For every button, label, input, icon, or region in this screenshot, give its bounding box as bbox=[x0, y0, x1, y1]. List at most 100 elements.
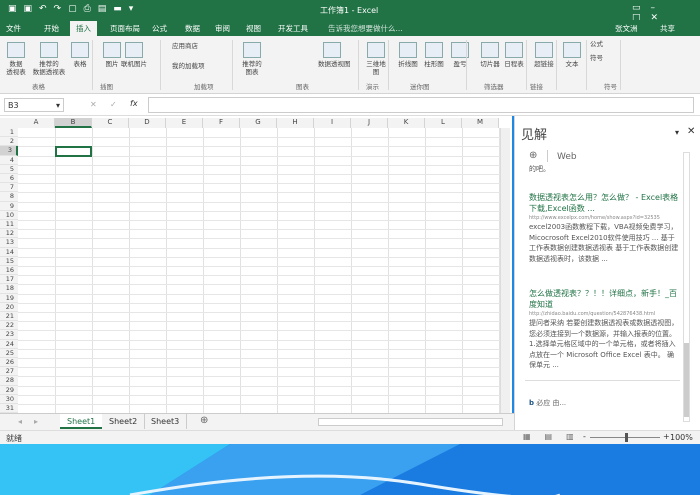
tab-4[interactable]: 公式 bbox=[152, 23, 167, 34]
tab-2[interactable]: 插入 bbox=[70, 21, 97, 36]
selected-cell[interactable] bbox=[55, 146, 92, 157]
fx-icon[interactable]: fx bbox=[130, 99, 138, 108]
row-header-24[interactable]: 24 bbox=[0, 339, 18, 349]
column-header-M[interactable]: M bbox=[462, 118, 499, 128]
column-header-J[interactable]: J bbox=[351, 118, 388, 128]
column-header-F[interactable]: F bbox=[203, 118, 240, 128]
column-header-G[interactable]: G bbox=[240, 118, 277, 128]
column-header-B[interactable]: B bbox=[55, 118, 92, 128]
row-header-17[interactable]: 17 bbox=[0, 275, 18, 285]
row-header-21[interactable]: 21 bbox=[0, 312, 18, 322]
row-header-6[interactable]: 6 bbox=[0, 174, 18, 184]
zoom-slider-thumb[interactable] bbox=[625, 433, 628, 442]
quick-access-toolbar[interactable]: ▣▣↶↷▢⎙▤▬▾ bbox=[8, 4, 140, 14]
row-header-30[interactable]: 30 bbox=[0, 394, 18, 404]
row-header-22[interactable]: 22 bbox=[0, 321, 18, 331]
column-header-D[interactable]: D bbox=[129, 118, 166, 128]
tab-6[interactable]: 审阅 bbox=[215, 23, 230, 34]
ribbon-button-18[interactable]: 符号 bbox=[590, 54, 603, 62]
horizontal-scrollbar[interactable] bbox=[318, 418, 503, 426]
row-header-7[interactable]: 7 bbox=[0, 183, 18, 193]
ribbon-button-9[interactable]: 三维地 图 bbox=[362, 42, 390, 76]
result-link[interactable]: 怎么做透视表？？！！详细点，新手！_百度知道 bbox=[529, 288, 679, 310]
ribbon-button-1[interactable]: 推荐的 数据透视表 bbox=[30, 42, 68, 76]
tab-0[interactable]: 文件 bbox=[6, 23, 21, 34]
row-header-26[interactable]: 26 bbox=[0, 358, 18, 368]
row-header-12[interactable]: 12 bbox=[0, 229, 18, 239]
cancel-icon[interactable]: ✕ bbox=[90, 100, 97, 109]
sheet-tab-Sheet3[interactable]: Sheet3 bbox=[144, 414, 188, 429]
row-header-16[interactable]: 16 bbox=[0, 266, 18, 276]
tell-me-search[interactable]: 告诉我您想要做什么... bbox=[328, 23, 403, 34]
tab-1[interactable]: 开始 bbox=[44, 23, 59, 34]
row-header-25[interactable]: 25 bbox=[0, 348, 18, 358]
sheet-nav-next[interactable]: ▸ bbox=[34, 417, 38, 426]
sheet-nav-prev[interactable]: ◂ bbox=[18, 417, 22, 426]
name-box[interactable]: B3 ▾ bbox=[4, 98, 64, 112]
tab-3[interactable]: 页面布局 bbox=[110, 23, 140, 34]
row-header-14[interactable]: 14 bbox=[0, 247, 18, 257]
close-icon[interactable]: ✕ bbox=[687, 126, 695, 137]
row-header-20[interactable]: 20 bbox=[0, 302, 18, 312]
ribbon-button-12[interactable]: 盈亏 bbox=[446, 42, 474, 68]
share-button[interactable]: 共享 bbox=[660, 23, 675, 34]
ribbon-button-17[interactable]: 公式 bbox=[590, 40, 603, 48]
zoom-level[interactable]: 100% bbox=[670, 433, 693, 442]
row-header-1[interactable]: 1 bbox=[0, 128, 18, 138]
column-header-A[interactable]: A bbox=[18, 118, 55, 128]
row-header-11[interactable]: 11 bbox=[0, 220, 18, 230]
zoom-in-button[interactable]: + bbox=[663, 432, 670, 441]
ribbon-button-4[interactable]: 联机图片 bbox=[120, 42, 148, 68]
add-sheet-button[interactable]: ⊕ bbox=[200, 415, 208, 426]
ribbon-button-11[interactable]: 柱形图 bbox=[420, 42, 448, 68]
tab-8[interactable]: 开发工具 bbox=[278, 23, 308, 34]
ribbon-button-8[interactable]: 数据透视图 bbox=[318, 42, 351, 68]
row-header-3[interactable]: 3 bbox=[0, 146, 18, 156]
row-header-18[interactable]: 18 bbox=[0, 284, 18, 294]
row-header-2[interactable]: 2 bbox=[0, 137, 18, 147]
ribbon-button-6[interactable]: 我的加载项 bbox=[172, 62, 205, 70]
row-header-31[interactable]: 31 bbox=[0, 404, 18, 413]
column-header-L[interactable]: L bbox=[425, 118, 462, 128]
enter-icon[interactable]: ✓ bbox=[110, 100, 117, 109]
row-header-9[interactable]: 9 bbox=[0, 201, 18, 211]
column-header-E[interactable]: E bbox=[166, 118, 203, 128]
column-header-C[interactable]: C bbox=[92, 118, 129, 128]
pane-options-icon[interactable]: ▾ bbox=[675, 128, 679, 137]
zoom-out-button[interactable]: - bbox=[583, 432, 586, 441]
ribbon-button-16[interactable]: 文本 bbox=[558, 42, 586, 68]
tab-5[interactable]: 数据 bbox=[185, 23, 200, 34]
column-header-K[interactable]: K bbox=[388, 118, 425, 128]
row-header-13[interactable]: 13 bbox=[0, 238, 18, 248]
tab-7[interactable]: 视图 bbox=[246, 23, 261, 34]
row-header-10[interactable]: 10 bbox=[0, 210, 18, 220]
select-all-corner[interactable] bbox=[0, 118, 18, 128]
vertical-scrollbar[interactable] bbox=[500, 128, 510, 413]
column-header-H[interactable]: H bbox=[277, 118, 314, 128]
ribbon-button-15[interactable]: 超链接 bbox=[530, 42, 558, 68]
ribbon-button-14[interactable]: 日程表 bbox=[500, 42, 528, 68]
ribbon-button-2[interactable]: 表格 bbox=[66, 42, 94, 68]
back-icon[interactable]: ⊕ bbox=[529, 150, 537, 161]
result-link[interactable]: 数据透视表怎么用？怎么做？ - Excel表格下载,Excel函数 ... bbox=[529, 192, 679, 214]
row-header-5[interactable]: 5 bbox=[0, 164, 18, 174]
row-header-27[interactable]: 27 bbox=[0, 367, 18, 377]
worksheet-grid[interactable]: A B C D E F G H I J K L M 1 2 3 4 5 6 7 8 9 10 11 12 13 14 15 16 17 18… bbox=[0, 116, 512, 413]
sheet-tab-Sheet2[interactable]: Sheet2 bbox=[102, 414, 146, 429]
row-header-4[interactable]: 4 bbox=[0, 155, 18, 165]
row-header-23[interactable]: 23 bbox=[0, 330, 18, 340]
view-buttons[interactable]: ▦▤▥ bbox=[523, 432, 588, 441]
column-header-I[interactable]: I bbox=[314, 118, 351, 128]
ribbon-button-10[interactable]: 折线图 bbox=[394, 42, 422, 68]
row-header-29[interactable]: 29 bbox=[0, 385, 18, 395]
sheet-tab-Sheet1[interactable]: Sheet1 bbox=[60, 414, 103, 429]
row-header-28[interactable]: 28 bbox=[0, 376, 18, 386]
row-header-15[interactable]: 15 bbox=[0, 256, 18, 266]
row-header-19[interactable]: 19 bbox=[0, 293, 18, 303]
pane-scrollbar[interactable] bbox=[683, 152, 690, 422]
formula-input[interactable] bbox=[148, 97, 694, 113]
row-header-8[interactable]: 8 bbox=[0, 192, 18, 202]
ribbon-button-0[interactable]: 数据 透视表 bbox=[2, 42, 30, 76]
ribbon-button-5[interactable]: 应用商店 bbox=[172, 42, 198, 50]
ribbon-button-7[interactable]: 推荐的 图表 bbox=[238, 42, 266, 76]
